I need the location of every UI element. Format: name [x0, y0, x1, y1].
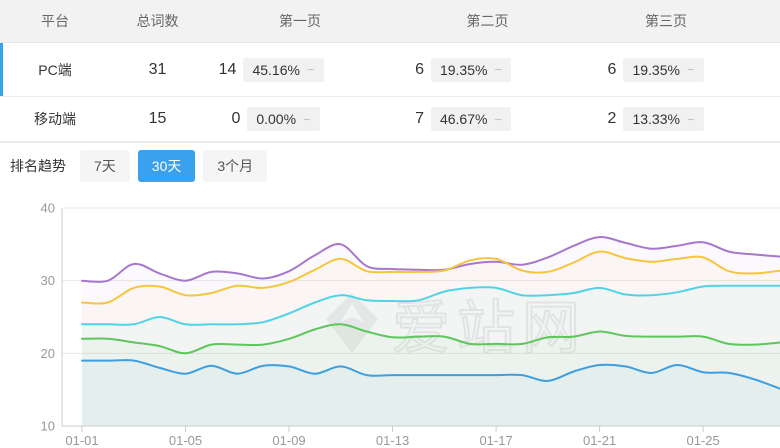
page1-percent-badge: 0.00%−: [247, 107, 319, 131]
rank-trend-chart[interactable]: 爱站网1020304001-0101-0501-0901-1301-1701-2…: [0, 188, 780, 448]
total-words-cell: 15: [110, 110, 205, 128]
trend-flat-icon: −: [494, 63, 502, 76]
page3-count: 6: [586, 61, 616, 79]
svg-text:40: 40: [41, 201, 55, 216]
svg-text:01-09: 01-09: [272, 433, 305, 448]
trend-toolbar: 排名趋势 7天 30天 3个月: [0, 142, 780, 188]
svg-text:01-05: 01-05: [169, 433, 202, 448]
page1-percent-badge: 45.16%−: [243, 58, 323, 82]
page3-count: 2: [586, 110, 616, 128]
page2-percent-badge: 46.67%−: [431, 107, 511, 131]
trend-flat-icon: −: [303, 113, 311, 126]
svg-text:30: 30: [41, 273, 55, 288]
percent-value: 13.33%: [632, 111, 679, 127]
table-row-pc[interactable]: PC端 31 14 45.16%− 6 19.35%− 6 19.35%−: [0, 43, 780, 97]
percent-value: 19.35%: [440, 62, 487, 78]
page3-cell: 2 13.33%−: [580, 107, 780, 131]
table-header-row: 平台 总词数 第一页 第二页 第三页: [0, 0, 780, 43]
page1-cell: 0 0.00%−: [205, 107, 395, 131]
page1-count: 0: [210, 110, 240, 128]
header-page1: 第一页: [205, 11, 395, 31]
table-row-mobile[interactable]: 移动端 15 0 0.00%− 7 46.67%− 2 13.33%−: [0, 97, 780, 142]
page2-cell: 6 19.35%−: [395, 58, 580, 82]
platform-cell: PC端: [0, 60, 110, 80]
svg-text:20: 20: [41, 346, 55, 361]
header-total: 总词数: [110, 11, 205, 31]
tab-30days[interactable]: 30天: [138, 150, 196, 182]
svg-text:01-01: 01-01: [65, 433, 98, 448]
page2-cell: 7 46.67%−: [395, 107, 580, 131]
trend-flat-icon: −: [494, 113, 502, 126]
rank-trend-svg: 爱站网1020304001-0101-0501-0901-1301-1701-2…: [0, 188, 780, 448]
page1-cell: 14 45.16%−: [205, 58, 395, 82]
percent-value: 0.00%: [256, 111, 296, 127]
svg-text:01-13: 01-13: [376, 433, 409, 448]
percent-value: 19.35%: [632, 62, 679, 78]
percent-value: 45.16%: [252, 62, 299, 78]
header-page3: 第三页: [580, 11, 780, 31]
tab-7days[interactable]: 7天: [80, 150, 130, 182]
page2-percent-badge: 19.35%−: [431, 58, 511, 82]
keyword-rank-table: 平台 总词数 第一页 第二页 第三页 PC端 31 14 45.16%− 6 1…: [0, 0, 780, 142]
trend-section-title: 排名趋势: [10, 156, 66, 176]
total-words-cell: 31: [110, 61, 205, 79]
trend-flat-icon: −: [307, 63, 315, 76]
svg-text:01-17: 01-17: [479, 433, 512, 448]
page3-percent-badge: 19.35%−: [623, 58, 703, 82]
active-row-indicator: [0, 43, 3, 96]
trend-flat-icon: −: [687, 63, 695, 76]
svg-text:01-21: 01-21: [583, 433, 616, 448]
percent-value: 46.67%: [440, 111, 487, 127]
header-page2: 第二页: [395, 11, 580, 31]
page2-count: 7: [394, 110, 424, 128]
svg-text:10: 10: [41, 419, 55, 434]
header-platform: 平台: [0, 11, 110, 31]
tab-3months[interactable]: 3个月: [203, 150, 267, 182]
page1-count: 14: [206, 61, 236, 79]
platform-cell: 移动端: [0, 109, 110, 129]
page3-cell: 6 19.35%−: [580, 58, 780, 82]
svg-text:01-25: 01-25: [686, 433, 719, 448]
page2-count: 6: [394, 61, 424, 79]
trend-flat-icon: −: [687, 113, 695, 126]
page3-percent-badge: 13.33%−: [623, 107, 703, 131]
